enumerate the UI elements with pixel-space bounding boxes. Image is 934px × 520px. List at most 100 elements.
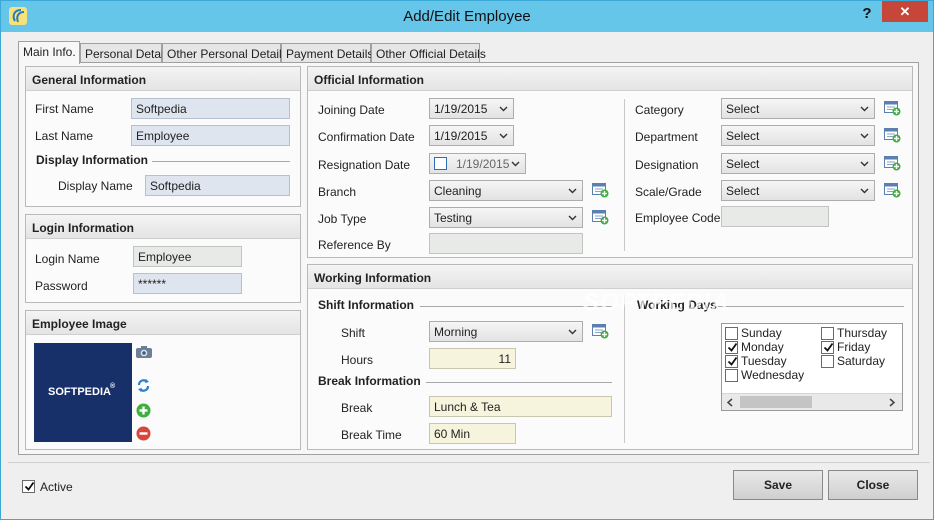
employee-code-label: Employee Code (635, 211, 721, 225)
divider (718, 306, 904, 307)
add-department-icon[interactable] (884, 128, 901, 143)
divider (426, 382, 612, 383)
display-information-heading: Display Information (36, 153, 149, 167)
chevron-down-icon (860, 106, 869, 112)
display-name-field[interactable]: Softpedia (145, 175, 290, 196)
general-information-group: General Information First Name Softpedia… (25, 66, 301, 207)
joining-date-label: Joining Date (318, 103, 385, 117)
branch-select[interactable]: Cleaning (429, 180, 583, 201)
scrollbar-thumb[interactable] (740, 396, 812, 408)
first-name-field[interactable]: Softpedia (131, 98, 290, 119)
shift-value: Morning (434, 325, 478, 339)
department-label: Department (635, 130, 698, 144)
monday-checkbox[interactable] (725, 341, 738, 354)
branch-value: Cleaning (434, 184, 482, 198)
joining-date-value: 1/19/2015 (434, 102, 488, 116)
add-edit-employee-window: Add/Edit Employee ? ✕ Main Info. Persona… (0, 0, 934, 520)
confirmation-date-label: Confirmation Date (318, 130, 415, 144)
last-name-field[interactable]: Employee (131, 125, 290, 146)
shift-label: Shift (341, 326, 366, 340)
employee-code-field[interactable] (721, 206, 829, 227)
tab-other-personal-details[interactable]: Other Personal Details (162, 43, 288, 63)
add-scale-grade-icon[interactable] (884, 183, 901, 198)
category-value: Select (726, 102, 760, 116)
add-shift-icon[interactable] (592, 324, 609, 339)
password-field[interactable]: ****** (133, 273, 242, 294)
tab-personal-detail[interactable]: Personal Detail (80, 43, 166, 63)
scale-grade-select[interactable]: Select (721, 180, 875, 201)
designation-value: Select (726, 157, 760, 171)
chevron-down-icon (568, 188, 577, 194)
job-type-select[interactable]: Testing (429, 207, 583, 228)
first-name-label: First Name (35, 102, 94, 116)
department-select[interactable]: Select (721, 125, 875, 146)
display-name-label: Display Name (58, 179, 133, 193)
add-job-type-icon[interactable] (592, 210, 609, 225)
saturday-checkbox[interactable] (821, 355, 834, 368)
tuesday-checkbox[interactable] (725, 355, 738, 368)
sunday-label: Sunday (741, 326, 782, 340)
employee-image-group: Employee Image SOFTPEDIA ® (25, 310, 301, 450)
help-button[interactable]: ? (859, 5, 875, 25)
tab-payment-details[interactable]: Payment Details (281, 43, 373, 63)
column-divider (624, 99, 625, 251)
add-designation-icon[interactable] (884, 156, 901, 171)
shift-select[interactable]: Morning (429, 321, 583, 342)
resignation-date-label: Resignation Date (318, 158, 411, 172)
active-label: Active (40, 480, 73, 494)
tab-other-official-details[interactable]: Other Official Details (371, 43, 486, 63)
sunday-checkbox[interactable] (725, 327, 738, 340)
add-category-icon[interactable] (884, 101, 901, 116)
thursday-checkbox[interactable] (821, 327, 834, 340)
scale-grade-value: Select (726, 184, 760, 198)
friday-checkbox[interactable] (821, 341, 834, 354)
general-information-heading: General Information (26, 67, 300, 91)
designation-select[interactable]: Select (721, 153, 875, 174)
resignation-date-value: 1/19/2015 (456, 157, 510, 171)
save-button[interactable]: Save (733, 470, 823, 500)
category-label: Category (635, 103, 684, 117)
chevron-down-icon (511, 161, 520, 167)
branch-label: Branch (318, 185, 357, 199)
camera-icon[interactable] (135, 345, 153, 359)
chevron-down-icon (568, 329, 577, 335)
working-days-list[interactable]: Sunday Monday Tuesday Wednesday Thursday… (721, 323, 903, 411)
chevron-down-icon (860, 161, 869, 167)
break-information-heading: Break Information (318, 374, 421, 388)
close-button[interactable]: Close (828, 470, 918, 500)
window-title: Add/Edit Employee (403, 8, 531, 25)
refresh-icon[interactable] (136, 378, 151, 393)
column-divider (624, 295, 625, 443)
active-checkbox[interactable] (22, 480, 35, 493)
hours-field[interactable]: 11 (429, 348, 516, 369)
category-select[interactable]: Select (721, 98, 875, 119)
reference-by-label: Reference By (318, 238, 391, 252)
break-field[interactable]: Lunch & Tea (429, 396, 612, 417)
last-name-label: Last Name (35, 129, 94, 143)
chevron-down-icon (499, 106, 508, 112)
close-window-button[interactable]: ✕ (882, 1, 928, 22)
chevron-down-icon (860, 188, 869, 194)
confirmation-date-picker[interactable]: 1/19/2015 (429, 125, 514, 146)
hours-label: Hours (341, 353, 374, 367)
horizontal-scrollbar[interactable] (722, 393, 902, 410)
scroll-right-icon[interactable] (888, 398, 896, 407)
break-time-field[interactable]: 60 Min (429, 423, 516, 444)
job-type-value: Testing (434, 211, 473, 225)
job-type-label: Job Type (318, 212, 367, 226)
remove-image-icon[interactable] (136, 426, 151, 441)
tuesday-label: Tuesday (741, 354, 787, 368)
photo-logo-mark: ® (110, 383, 116, 390)
add-branch-icon[interactable] (592, 183, 609, 198)
reference-by-field[interactable] (429, 233, 583, 254)
add-image-icon[interactable] (136, 403, 151, 418)
resignation-date-picker[interactable]: 1/19/2015 (429, 153, 526, 174)
login-information-group: Login Information Login Name Employee Pa… (25, 214, 301, 303)
tab-main-info[interactable]: Main Info. (18, 41, 80, 64)
resignation-date-checkbox[interactable] (434, 157, 447, 170)
shift-information-heading: Shift Information (318, 298, 414, 312)
joining-date-picker[interactable]: 1/19/2015 (429, 98, 514, 119)
wednesday-checkbox[interactable] (725, 369, 738, 382)
scroll-left-icon[interactable] (726, 398, 734, 407)
login-name-field[interactable]: Employee (133, 246, 242, 267)
